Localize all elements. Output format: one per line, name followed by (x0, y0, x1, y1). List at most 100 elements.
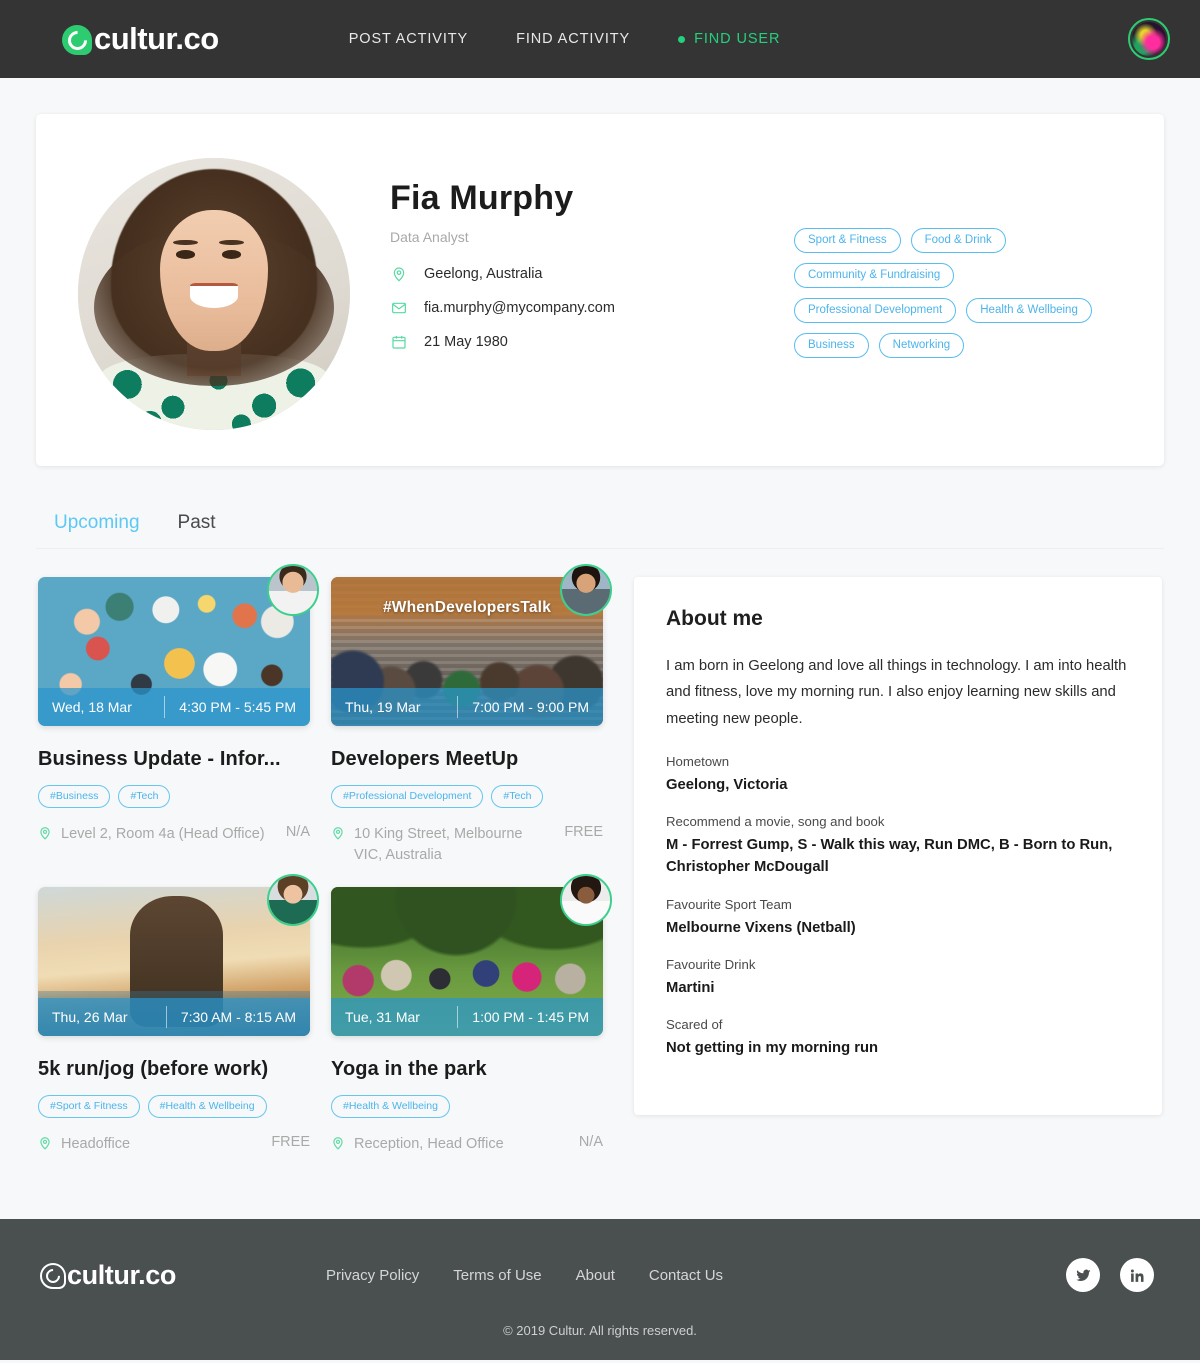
event-card[interactable]: #WhenDevelopersTalk Thu, 19 Mar 7:00 PM … (331, 564, 612, 866)
footer-brand-logo-text: cultur.co (67, 1259, 176, 1290)
location-pin-icon (331, 826, 345, 866)
header-user-avatar[interactable] (1128, 18, 1170, 60)
about-field: Recommend a movie, song and book M - For… (666, 814, 1130, 878)
tab-past[interactable]: Past (172, 508, 222, 538)
footer-social-links (1066, 1258, 1154, 1293)
interest-tag[interactable]: Business (794, 333, 869, 358)
logo-c-icon (62, 25, 92, 55)
event-host-avatar[interactable] (267, 874, 319, 927)
event-location-text: Headoffice (61, 1136, 131, 1153)
event-location: Headoffice (38, 1134, 271, 1155)
event-price: FREE (564, 824, 603, 840)
interest-tag[interactable]: Health & Wellbeing (966, 298, 1092, 323)
about-field-value: Martini (666, 979, 715, 996)
envelope-icon (390, 299, 408, 317)
about-field-label: Favourite Drink (666, 956, 756, 972)
nav-find-activity[interactable]: FIND ACTIVITY (516, 31, 630, 47)
event-tag[interactable]: #Sport & Fitness (38, 1095, 140, 1119)
event-time: 7:30 AM - 8:15 AM (180, 1009, 296, 1026)
profile-name: Fia Murphy (390, 179, 574, 217)
host-avatar-image (269, 876, 317, 925)
event-media: #WhenDevelopersTalk Thu, 19 Mar 7:00 PM … (331, 564, 612, 726)
about-field-label: Favourite Sport Team (666, 896, 792, 912)
event-tags: #Business #Tech (38, 785, 310, 808)
profile-interest-tags: Sport & Fitness Food & Drink Community &… (764, 180, 1124, 367)
event-tag[interactable]: #Business (38, 785, 111, 808)
profile-birthday-text: 21 May 1980 (424, 334, 508, 351)
nav-find-user[interactable]: FIND USER (678, 31, 780, 47)
location-pin-icon (390, 265, 408, 283)
event-location: Reception, Head Office (331, 1134, 579, 1155)
event-price: FREE (271, 1134, 310, 1151)
event-datetime-bar: Wed, 18 Mar 4:30 PM - 5:45 PM (38, 688, 310, 726)
main-navigation: POST ACTIVITY FIND ACTIVITY FIND USER (349, 31, 781, 47)
event-location-text: Reception, Head Office (354, 1136, 504, 1153)
event-card[interactable]: Thu, 26 Mar 7:30 AM - 8:15 AM 5k run/jog… (38, 874, 319, 1155)
event-footer: Headoffice FREE (38, 1134, 310, 1155)
event-host-avatar[interactable] (560, 564, 612, 616)
profile-card: Fia Murphy Data Analyst Geelong, Austral… (36, 114, 1164, 466)
host-avatar-image (562, 566, 610, 614)
nav-find-user-label: FIND USER (694, 31, 781, 47)
nav-post-activity[interactable]: POST ACTIVITY (349, 31, 468, 47)
linkedin-icon[interactable] (1120, 1258, 1154, 1293)
event-date: Thu, 19 Mar (345, 699, 421, 715)
event-footer: Reception, Head Office N/A (331, 1134, 603, 1155)
event-tag[interactable]: #Tech (118, 785, 171, 808)
footer-link-about[interactable]: About (576, 1267, 615, 1284)
nav-post-activity-label: POST ACTIVITY (348, 31, 469, 47)
event-tag[interactable]: #Health & Wellbeing (147, 1095, 267, 1119)
profile-photo (78, 158, 350, 430)
profile-meta-list: Geelong, Australia fia.murphy@mycompany.… (390, 265, 720, 351)
event-date: Tue, 31 Mar (345, 1009, 420, 1026)
footer-link-contact-us[interactable]: Contact Us (649, 1267, 723, 1284)
event-time: 1:00 PM - 1:45 PM (472, 1009, 589, 1026)
profile-email-text: fia.murphy@mycompany.com (424, 300, 615, 317)
about-field-label: Hometown (666, 753, 730, 769)
event-title: Business Update - Infor... (38, 748, 281, 770)
event-price: N/A (285, 824, 310, 840)
event-footer: Level 2, Room 4a (Head Office) N/A (38, 824, 310, 845)
event-card[interactable]: Wed, 18 Mar 4:30 PM - 5:45 PM Business U… (38, 564, 319, 866)
event-host-avatar[interactable] (560, 874, 612, 927)
site-header: cultur.co POST ACTIVITY FIND ACTIVITY FI… (0, 0, 1200, 78)
interest-tag[interactable]: Professional Development (794, 298, 957, 323)
about-field: Scared of Not getting in my morning run (666, 1017, 1130, 1059)
footer-link-privacy-policy[interactable]: Privacy Policy (326, 1267, 419, 1284)
logo-c-icon (40, 1263, 66, 1290)
event-tags: #Sport & Fitness #Health & Wellbeing (38, 1095, 310, 1119)
event-tags: #Professional Development #Tech (331, 785, 603, 808)
event-tag[interactable]: #Professional Development (331, 785, 484, 808)
interest-tag[interactable]: Community & Fundraising (794, 263, 955, 288)
event-datetime-bar: Thu, 19 Mar 7:00 PM - 9:00 PM (331, 688, 603, 726)
interest-tag[interactable]: Food & Drink (910, 228, 1006, 253)
location-pin-icon (331, 1136, 345, 1155)
event-media: Tue, 31 Mar 1:00 PM - 1:45 PM (331, 874, 612, 1037)
event-host-avatar[interactable] (267, 564, 319, 616)
interest-tag[interactable]: Sport & Fitness (794, 228, 901, 253)
footer-top-row: cultur.co Privacy Policy Terms of Use Ab… (40, 1249, 1160, 1301)
brand-logo[interactable]: cultur.co (62, 21, 219, 57)
event-tag[interactable]: #Tech (491, 785, 544, 808)
profile-location-row: Geelong, Australia (390, 265, 720, 283)
event-date: Thu, 26 Mar (52, 1009, 128, 1026)
about-field: Favourite Drink Martini (666, 957, 1130, 999)
event-tag[interactable]: #Health & Wellbeing (331, 1095, 450, 1119)
events-grid: Wed, 18 Mar 4:30 PM - 5:45 PM Business U… (38, 564, 612, 1155)
event-datetime-bar: Tue, 31 Mar 1:00 PM - 1:45 PM (331, 998, 603, 1037)
tab-upcoming[interactable]: Upcoming (48, 508, 146, 538)
footer-brand-logo[interactable]: cultur.co (40, 1260, 176, 1291)
footer-links: Privacy Policy Terms of Use About Contac… (326, 1267, 723, 1284)
about-field-label: Scared of (666, 1016, 723, 1032)
about-field: Hometown Geelong, Victoria (666, 754, 1130, 796)
interest-tag[interactable]: Networking (878, 333, 965, 358)
event-location: Level 2, Room 4a (Head Office) (38, 824, 286, 845)
footer-link-terms-of-use[interactable]: Terms of Use (453, 1267, 541, 1284)
twitter-icon[interactable] (1066, 1258, 1100, 1293)
event-card[interactable]: Tue, 31 Mar 1:00 PM - 1:45 PM Yoga in th… (331, 874, 612, 1155)
event-datetime-bar: Thu, 26 Mar 7:30 AM - 8:15 AM (38, 998, 310, 1037)
event-tags: #Health & Wellbeing (331, 1095, 603, 1119)
event-title: Developers MeetUp (331, 748, 519, 770)
brand-logo-text: cultur.co (94, 21, 219, 56)
about-field-label: Recommend a movie, song and book (666, 814, 885, 830)
